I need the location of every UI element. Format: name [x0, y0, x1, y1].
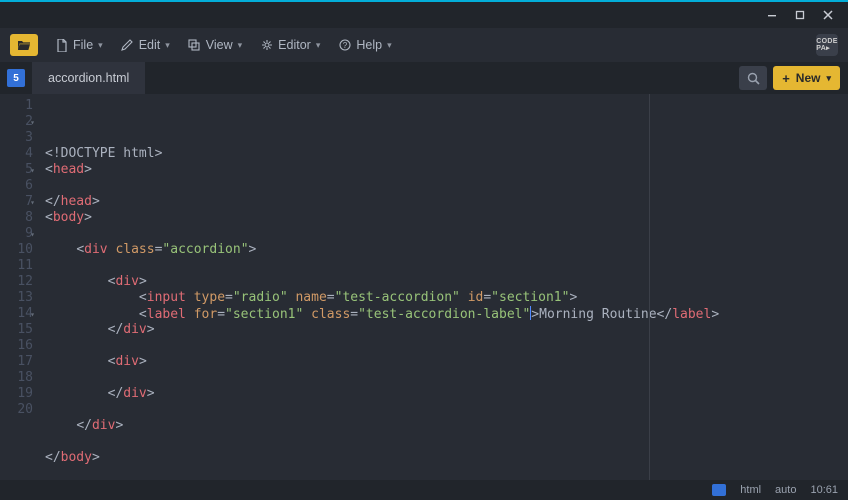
code-line[interactable]: </body> — [45, 450, 848, 466]
line-number: 17 — [0, 354, 33, 370]
menu-edit[interactable]: Edit ▾ — [114, 34, 177, 56]
line-number: 11 — [0, 258, 33, 274]
line-number: 5 — [0, 162, 33, 178]
line-number: 2 — [0, 114, 33, 130]
code-line[interactable] — [45, 258, 848, 274]
app-logo: CODEPA▸ — [816, 34, 838, 56]
menu-file-label: File — [73, 38, 93, 52]
line-number: 16 — [0, 338, 33, 354]
code-line[interactable]: </head> — [45, 194, 848, 210]
code-line[interactable]: <input type="radio" name="test-accordion… — [45, 290, 848, 306]
copy-icon — [188, 39, 201, 52]
status-position: 10:61 — [810, 484, 838, 496]
line-number: 8 — [0, 210, 33, 226]
code-line[interactable]: </div> — [45, 418, 848, 434]
new-button[interactable]: + New ▾ — [773, 66, 840, 90]
menu-help-label: Help — [356, 38, 382, 52]
line-number: 4 — [0, 146, 33, 162]
search-icon — [747, 72, 760, 85]
menu-edit-label: Edit — [139, 38, 161, 52]
gear-icon — [260, 39, 273, 52]
code-line[interactable]: <div class="accordion"> — [45, 242, 848, 258]
code-line[interactable]: </div> — [45, 386, 848, 402]
caret-down-icon: ▾ — [316, 40, 321, 51]
menu-editor[interactable]: Editor ▾ — [253, 34, 327, 56]
line-number: 10 — [0, 242, 33, 258]
close-button[interactable] — [814, 3, 842, 27]
status-language: html — [740, 484, 761, 496]
code-line[interactable] — [45, 178, 848, 194]
tab-strip: 5 accordion.html + New ▾ — [0, 62, 848, 94]
pencil-icon — [121, 39, 134, 52]
svg-text:?: ? — [343, 41, 348, 50]
maximize-button[interactable] — [786, 3, 814, 27]
code-line[interactable] — [45, 338, 848, 354]
minimize-button[interactable] — [758, 3, 786, 27]
tab-label: accordion.html — [48, 71, 129, 85]
line-gutter: 1234567891011121314151617181920 — [0, 94, 41, 480]
line-number: 6 — [0, 178, 33, 194]
code-line[interactable] — [45, 226, 848, 242]
status-mode: auto — [775, 484, 796, 496]
html5-icon: 5 — [7, 69, 25, 87]
main-toolbar: File ▾ Edit ▾ View ▾ Editor ▾ ? Help ▾ C… — [0, 28, 848, 62]
file-icon — [55, 39, 68, 52]
menu-view[interactable]: View ▾ — [181, 34, 249, 56]
line-number: 9 — [0, 226, 33, 242]
menu-help[interactable]: ? Help ▾ — [331, 34, 398, 56]
code-line[interactable] — [45, 402, 848, 418]
code-line[interactable]: <body> — [45, 210, 848, 226]
status-bar: html auto 10:61 — [0, 480, 848, 500]
code-line[interactable]: </div> — [45, 322, 848, 338]
line-number: 20 — [0, 402, 33, 418]
code-editor[interactable]: 1234567891011121314151617181920 <!DOCTYP… — [0, 94, 848, 480]
code-line[interactable]: <div> — [45, 354, 848, 370]
print-margin — [649, 94, 650, 480]
file-type-badge: 5 — [0, 62, 32, 94]
tab-active[interactable]: accordion.html — [32, 62, 145, 94]
code-line[interactable] — [45, 434, 848, 450]
caret-down-icon: ▾ — [826, 73, 831, 84]
caret-down-icon: ▾ — [387, 40, 392, 51]
plus-icon: + — [782, 71, 790, 86]
code-line[interactable]: <label for="section1" class="test-accord… — [45, 306, 848, 322]
line-number: 14 — [0, 306, 33, 322]
line-number: 1 — [0, 98, 33, 114]
menu-file[interactable]: File ▾ — [48, 34, 110, 56]
caret-down-icon: ▾ — [98, 40, 103, 51]
line-number: 18 — [0, 370, 33, 386]
folder-open-icon — [17, 39, 31, 51]
line-number: 15 — [0, 322, 33, 338]
thumbs-up-icon[interactable] — [712, 484, 726, 496]
search-button[interactable] — [739, 66, 767, 90]
line-number: 13 — [0, 290, 33, 306]
line-number: 7 — [0, 194, 33, 210]
caret-down-icon: ▾ — [165, 40, 170, 51]
code-area[interactable]: <!DOCTYPE html><head> </head><body> <div … — [41, 94, 848, 480]
menu-view-label: View — [206, 38, 233, 52]
code-line[interactable]: <div> — [45, 274, 848, 290]
code-line[interactable]: <!DOCTYPE html> — [45, 146, 848, 162]
new-button-label: New — [796, 71, 821, 85]
caret-down-icon: ▾ — [238, 40, 243, 51]
code-line[interactable] — [45, 370, 848, 386]
line-number: 19 — [0, 386, 33, 402]
help-icon: ? — [338, 39, 351, 52]
open-folder-button[interactable] — [10, 34, 38, 56]
code-line[interactable]: <head> — [45, 162, 848, 178]
line-number: 12 — [0, 274, 33, 290]
line-number: 3 — [0, 130, 33, 146]
menu-editor-label: Editor — [278, 38, 311, 52]
window-titlebar — [0, 0, 848, 28]
